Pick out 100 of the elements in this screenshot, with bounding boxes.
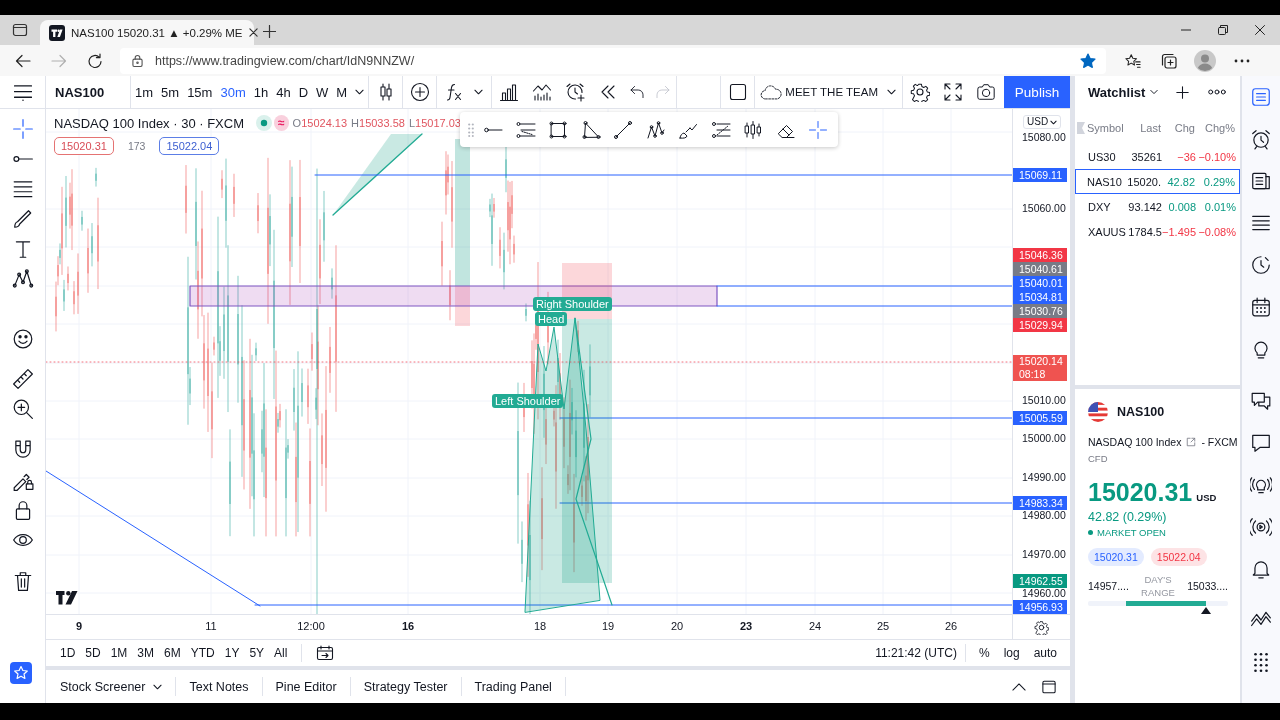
more-icon[interactable] (1234, 58, 1250, 63)
interval-button[interactable]: 1h (249, 76, 273, 108)
flag-icon (1088, 402, 1108, 422)
column-header[interactable]: Chg (1161, 122, 1195, 134)
fullscreen-icon[interactable] (942, 82, 963, 102)
range-button[interactable]: 6M (160, 646, 185, 660)
favorites-icon[interactable] (1125, 52, 1141, 69)
layout-menu[interactable]: MEET THE TEAM (755, 76, 902, 108)
reload-icon[interactable] (87, 52, 103, 69)
external-link-icon[interactable] (1186, 437, 1197, 447)
pattern-icon[interactable] (11, 268, 34, 290)
currency-button[interactable]: USD (1023, 115, 1062, 129)
range-button[interactable]: 1D (56, 646, 80, 660)
panel-tab[interactable]: Stock Screener (46, 670, 176, 703)
calendar-icon[interactable] (1250, 296, 1272, 318)
more-icon[interactable] (1208, 89, 1226, 95)
plus-circle-icon[interactable] (409, 82, 430, 102)
zoom-in-icon[interactable] (11, 398, 34, 420)
range-button[interactable]: All (270, 646, 292, 660)
price-tick: 15010.00 (1022, 395, 1066, 406)
interval-button[interactable]: D (294, 76, 313, 108)
interval-button[interactable]: M (332, 76, 352, 108)
favorite-star-icon[interactable] (1080, 52, 1096, 69)
restore-icon[interactable] (1218, 25, 1228, 35)
instrument-name: NASDAQ 100 Index (1088, 435, 1182, 450)
panel-tab[interactable]: Trading Panel (461, 670, 565, 703)
clock-time[interactable]: 11:21:42 (UTC) (875, 646, 957, 660)
watchlist-row[interactable]: NAS10 15020. 42.82 0.29% (1075, 169, 1240, 194)
panel-tab[interactable]: Text Notes (176, 670, 262, 703)
panel-tab[interactable]: Pine Editor (262, 670, 350, 703)
price-tag: 15040.01 (1013, 276, 1067, 290)
bell-icon[interactable] (1250, 558, 1272, 580)
maximize-icon[interactable] (1042, 679, 1056, 694)
publish-button[interactable]: Publish (1004, 76, 1070, 108)
bar-chart-icon[interactable] (498, 82, 519, 102)
horizontal-lines-icon[interactable] (11, 178, 34, 200)
close-icon[interactable] (1255, 25, 1265, 35)
scale-option-button[interactable]: log (998, 646, 1025, 660)
indicator-icon[interactable] (531, 82, 552, 102)
alarm-plus-icon[interactable] (564, 82, 585, 102)
scale-option-button[interactable]: % (973, 646, 995, 660)
price-tick: 14960.00 (1022, 588, 1066, 599)
crosshair-icon[interactable] (11, 118, 34, 140)
change-percent: −0.08% (1197, 225, 1236, 238)
watchlist-row[interactable]: DXY 93.142 0.008 0.01% (1075, 194, 1240, 219)
ruler-icon[interactable] (11, 368, 34, 390)
document-icon[interactable] (1250, 170, 1272, 192)
caret-icon[interactable] (474, 89, 484, 95)
range-button[interactable]: 1Y (220, 646, 244, 660)
brush-icon[interactable] (11, 208, 34, 230)
alarm-clock-icon[interactable] (1250, 128, 1272, 150)
column-header[interactable]: Chg% (1195, 122, 1235, 134)
collections-icon[interactable] (1161, 52, 1177, 69)
ask-price: 15022.04 (1150, 548, 1207, 566)
chat-bubble-icon[interactable] (1250, 432, 1272, 454)
undo-icon[interactable] (629, 84, 646, 100)
lightbulb-waves-icon[interactable] (1250, 474, 1272, 496)
interval-button[interactable]: 5m (157, 76, 184, 108)
menu-icon[interactable] (13, 83, 32, 101)
chat-bubbles-icon[interactable] (1250, 390, 1272, 412)
camera-icon[interactable] (975, 82, 996, 102)
avatar-icon[interactable] (1194, 49, 1216, 72)
new-tab-icon[interactable] (263, 25, 276, 38)
interval-button[interactable]: W (312, 76, 333, 108)
close-icon[interactable] (248, 28, 258, 37)
square-icon[interactable] (727, 82, 748, 102)
plus-icon[interactable] (1176, 85, 1189, 99)
range-button[interactable]: 3M (133, 646, 159, 660)
list-icon[interactable] (1250, 86, 1272, 108)
interval-button[interactable]: 30m (216, 76, 250, 108)
range-button[interactable]: 5Y (245, 646, 269, 660)
tab-actions-icon[interactable] (12, 22, 28, 38)
interval-button[interactable]: 15m (183, 76, 217, 108)
time-tick: 19 (601, 620, 615, 633)
range-button[interactable]: 1M (106, 646, 132, 660)
play-waves-icon[interactable] (1250, 516, 1272, 538)
watchlist-menu[interactable]: Watchlist (1088, 84, 1163, 100)
time-tick: 24 (808, 620, 822, 633)
symbol-button[interactable]: NAS100 (46, 76, 130, 108)
settings-icon[interactable] (1034, 619, 1049, 635)
column-header[interactable]: Symbol (1087, 122, 1125, 134)
smiley-icon[interactable] (11, 328, 34, 350)
symbol-text: XAUUS (1088, 225, 1126, 238)
range-button[interactable]: 5D (81, 646, 105, 660)
last-price: 93.142 (1127, 200, 1162, 213)
scale-option-button[interactable]: auto (1028, 646, 1062, 660)
back-icon[interactable] (15, 52, 31, 69)
time-tick: 12:00 (297, 620, 325, 633)
clock-icon[interactable] (1250, 254, 1272, 276)
panel-tab[interactable]: Strategy Tester (350, 670, 461, 703)
calendar-arrow-icon[interactable] (316, 645, 335, 661)
interval-button[interactable]: 1m (131, 76, 158, 108)
watchlist-row[interactable]: XAUUS 1784.5−1.495 −0.08% (1075, 219, 1240, 244)
interval-button[interactable]: 4h (272, 76, 295, 108)
watchlist-row[interactable]: US30 35261 −36 −0.10% (1075, 144, 1240, 169)
address-field[interactable]: https://www.tradingview.com/chart/IdN9NNZW/ (120, 47, 1106, 74)
caret-icon[interactable] (355, 89, 365, 95)
range-button[interactable]: YTD (186, 646, 219, 660)
settings-icon[interactable] (909, 82, 930, 102)
column-header[interactable]: Last (1125, 122, 1161, 134)
